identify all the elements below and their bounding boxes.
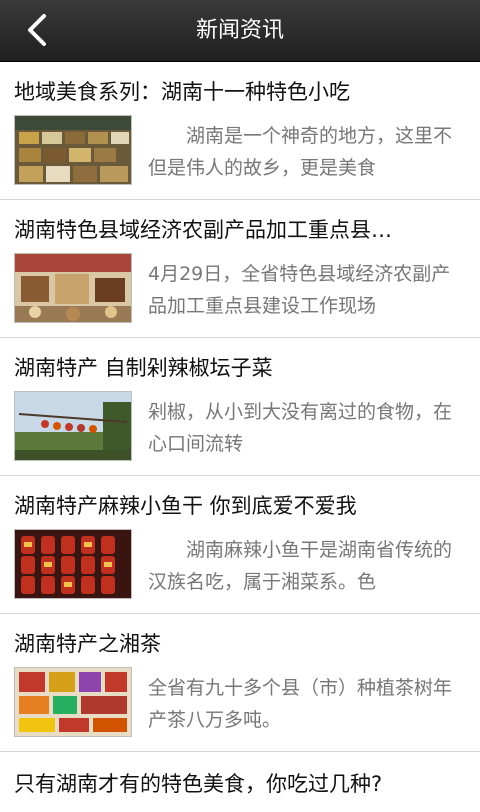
news-item[interactable]: 湖南特产 自制剁辣椒坛子菜 剁椒，从小到大没有离过的食物，在心口间流转 [0,338,480,476]
news-item[interactable]: 只有湖南才有的特色美食，你吃过几种? [0,752,480,812]
news-thumbnail [14,253,132,323]
news-title: 湖南特产 自制剁辣椒坛子菜 [14,356,273,380]
news-item[interactable]: 湖南特产麻辣小鱼干 你到底爱不爱我 湖南麻辣小鱼干是湖南省传统的汉族名吃，属于湘… [0,476,480,614]
news-item[interactable]: 湖南特产之湘茶 全省有九十多个县（市）种植茶树年产茶八万多吨。 [0,614,480,752]
news-thumbnail [14,529,132,599]
news-thumbnail [14,115,132,185]
news-title: 湖南特产麻辣小鱼干 你到底爱不爱我 [14,494,357,518]
news-summary: 4月29日，全省特色县域经济农副产品加工重点县建设工作现场 [148,263,451,317]
news-title: 地域美食系列：湖南十一种特色小吃 [14,80,350,104]
news-thumbnail [14,391,132,461]
news-summary: 湖南麻辣小鱼干是湖南省传统的汉族名吃，属于湘菜系。色 [148,539,453,593]
news-title: 湖南特色县域经济农副产品加工重点县… [14,218,392,242]
news-item[interactable]: 湖南特色县域经济农副产品加工重点县… 4月29日，全省特色县域经济农副产品加工重… [0,200,480,338]
news-title: 只有湖南才有的特色美食，你吃过几种? [14,772,383,796]
news-list: 地域美食系列：湖南十一种特色小吃 湖南是一个神奇的地方，这里不但是伟人的故乡，更… [0,62,480,812]
news-summary: 湖南是一个神奇的地方，这里不但是伟人的故乡，更是美食 [148,125,453,179]
top-bar: 新闻资讯 [0,0,480,62]
news-thumbnail [14,667,132,737]
page-title: 新闻资讯 [195,18,284,43]
news-summary: 剁椒，从小到大没有离过的食物，在心口间流转 [148,401,453,455]
news-summary: 全省有九十多个县（市）种植茶树年产茶八万多吨。 [148,677,453,731]
news-title: 湖南特产之湘茶 [14,632,161,656]
news-item[interactable]: 地域美食系列：湖南十一种特色小吃 湖南是一个神奇的地方，这里不但是伟人的故乡，更… [0,62,480,200]
